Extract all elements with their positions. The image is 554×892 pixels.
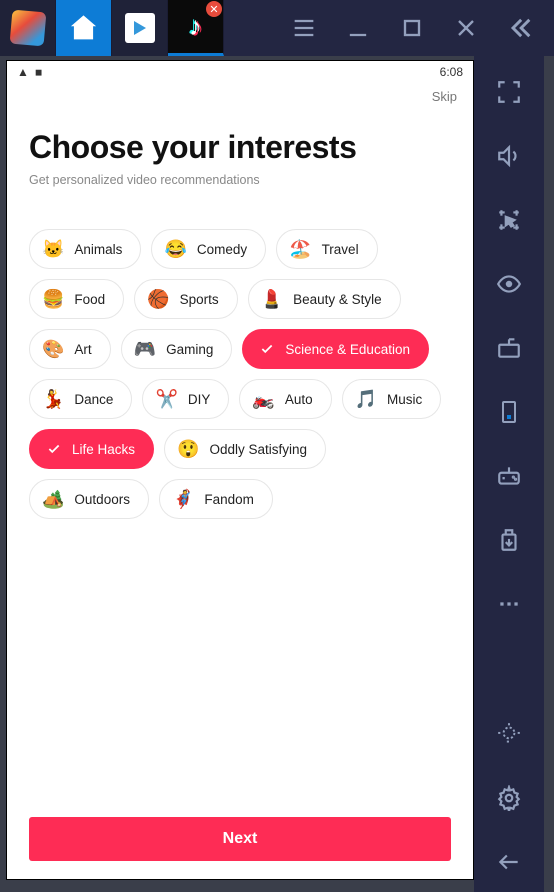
gamepad-icon[interactable] [493,460,525,492]
interest-emoji-icon: 🎮 [134,340,156,358]
settings-gear-icon[interactable] [493,782,525,814]
interest-label: Outdoors [74,492,130,507]
interest-chip[interactable]: 🎵 Music [342,379,442,419]
lightbulb-icon[interactable] [493,718,525,750]
next-button[interactable]: Next [29,817,451,861]
hamburger-menu-icon[interactable] [290,14,318,42]
maximize-icon[interactable] [398,14,426,42]
playstore-icon [125,13,155,43]
interest-emoji-icon: 😂 [164,240,186,258]
tab-tiktok[interactable]: ♪ ✕ [168,0,224,56]
check-icon [46,441,62,457]
interest-chip[interactable]: 🎮 Gaming [121,329,233,369]
interest-emoji-icon: 😲 [177,440,199,458]
tab-bluestacks[interactable] [0,0,56,56]
install-apk-icon[interactable] [493,524,525,556]
status-indicator-icon: ◼ [35,67,42,78]
interest-chip[interactable]: 🐱 Animals [29,229,141,269]
check-icon [259,341,275,357]
emulator-sidebar [474,56,544,892]
interest-chip[interactable]: 🦸 Fandom [159,479,273,519]
interest-chip[interactable]: 😲 Oddly Satisfying [164,429,326,469]
interest-label: Sports [180,292,219,307]
rotate-device-icon[interactable] [493,396,525,428]
interest-label: Science & Education [285,342,410,357]
interest-chip[interactable]: 🍔 Food [29,279,124,319]
interest-chip[interactable]: 🎨 Art [29,329,111,369]
phone-screen: ▲ ◼ 6:08 Skip Choose your interests Get … [6,60,474,880]
close-window-icon[interactable] [452,14,480,42]
interest-chip[interactable]: 💄 Beauty & Style [248,279,401,319]
tab-playstore[interactable] [112,0,168,56]
interest-emoji-icon: ✂️ [155,390,177,408]
interest-label: Life Hacks [72,442,135,457]
minimize-icon[interactable] [344,14,372,42]
close-tab-icon[interactable]: ✕ [206,1,222,17]
interest-label: Art [74,342,91,357]
warning-icon: ▲ [17,65,29,79]
interest-label: Gaming [166,342,213,357]
interest-emoji-icon: 🐱 [42,240,64,258]
bluestacks-logo-icon [9,10,46,47]
home-icon [69,13,99,43]
interest-label: Travel [322,242,359,257]
interest-label: Dance [74,392,113,407]
interest-emoji-icon: 🏕️ [42,490,64,508]
interest-emoji-icon: 🏀 [147,290,169,308]
interest-label: Beauty & Style [293,292,382,307]
window-controls [270,14,554,42]
fullscreen-icon[interactable] [493,76,525,108]
interest-label: Auto [285,392,313,407]
interest-chip[interactable]: 🏖️ Travel [276,229,377,269]
interest-chip-container: 🐱 Animals 😂 Comedy 🏖️ Travel 🍔 Food 🏀 Sports 💄 Beau… [29,229,451,519]
interest-emoji-icon: 💃 [42,390,64,408]
tab-home[interactable] [56,0,112,56]
emulator-titlebar: ♪ ✕ [0,0,554,56]
interest-label: Music [387,392,422,407]
page-title: Choose your interests [29,130,451,165]
status-time: 6:08 [440,65,463,79]
more-icon[interactable] [493,588,525,620]
interest-label: Comedy [197,242,247,257]
interest-chip[interactable]: 🏀 Sports [134,279,237,319]
interest-label: Oddly Satisfying [209,442,307,457]
tiktok-icon: ♪ [189,11,202,42]
interest-emoji-icon: 🎨 [42,340,64,358]
interest-label: Food [74,292,105,307]
interest-emoji-icon: 💄 [261,290,283,308]
app-tabs: ♪ ✕ [0,0,224,56]
interest-label: Fandom [204,492,254,507]
page-subtitle: Get personalized video recommendations [29,173,451,187]
interest-chip[interactable]: 🏕️ Outdoors [29,479,149,519]
skip-button[interactable]: Skip [432,89,457,104]
interest-chip[interactable]: 🏍️ Auto [239,379,331,419]
interest-label: DIY [188,392,211,407]
interest-chip[interactable]: 😂 Comedy [151,229,266,269]
back-arrow-icon[interactable] [493,846,525,878]
cursor-lock-icon[interactable] [493,204,525,236]
interest-emoji-icon: 🏖️ [289,240,311,258]
interest-chip[interactable]: Life Hacks [29,429,154,469]
interest-label: Animals [74,242,122,257]
interest-chip[interactable]: 💃 Dance [29,379,132,419]
eye-icon[interactable] [493,268,525,300]
interest-emoji-icon: 🍔 [42,290,64,308]
keyboard-icon[interactable] [493,332,525,364]
interest-chip[interactable]: ✂️ DIY [142,379,229,419]
interest-chip[interactable]: Science & Education [242,329,429,369]
interest-emoji-icon: 🦸 [172,490,194,508]
volume-icon[interactable] [493,140,525,172]
interest-emoji-icon: 🏍️ [252,390,274,408]
android-status-bar: ▲ ◼ 6:08 [7,61,473,83]
interest-emoji-icon: 🎵 [355,390,377,408]
collapse-sidebar-icon[interactable] [506,14,534,42]
